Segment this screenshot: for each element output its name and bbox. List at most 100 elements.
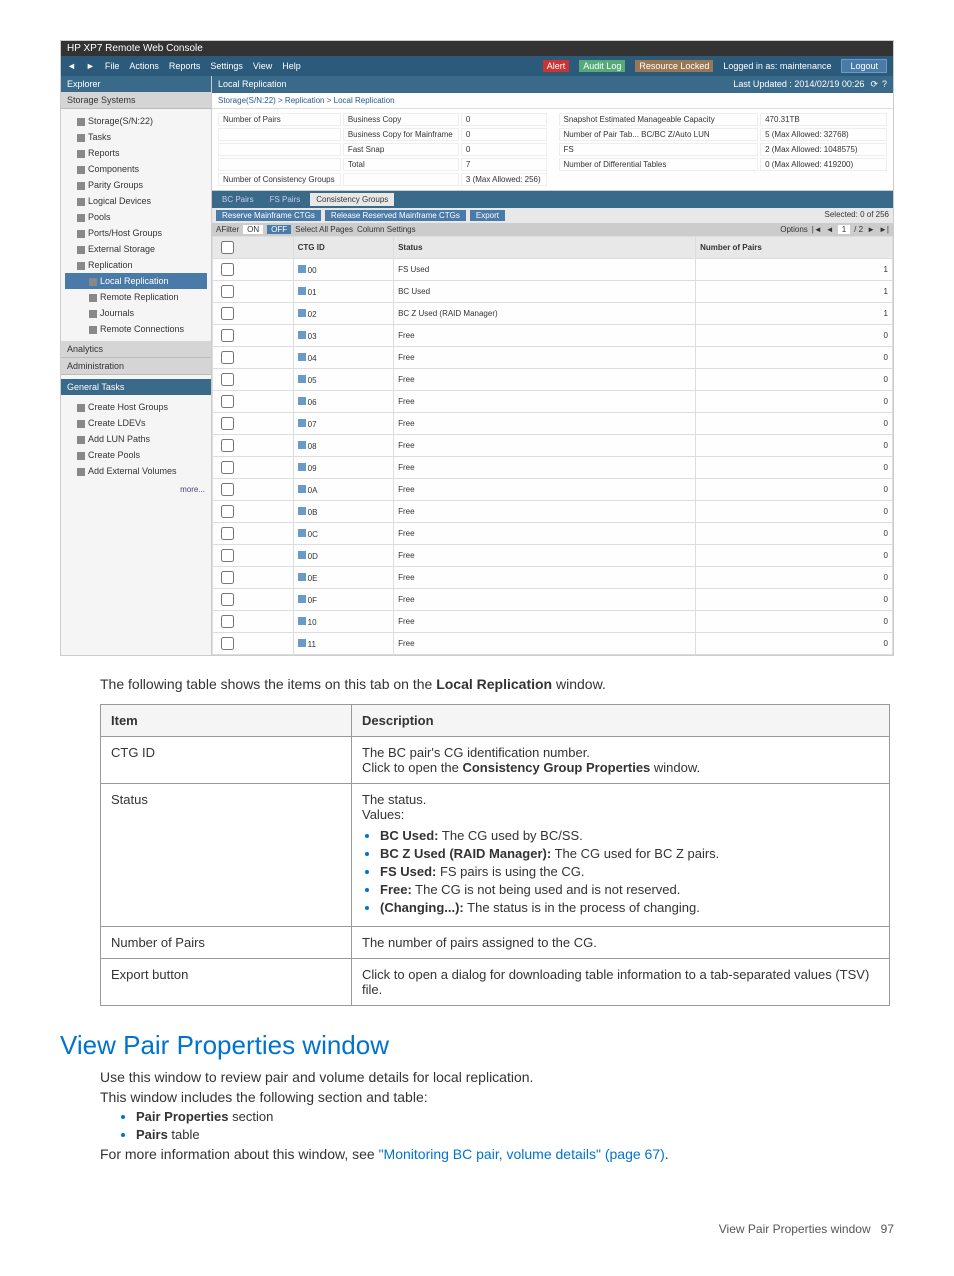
table-row[interactable]: 0CFree0 — [213, 523, 893, 545]
table-row[interactable]: 09Free0 — [213, 457, 893, 479]
task-create-pools[interactable]: Create Pools — [65, 447, 207, 463]
table-row[interactable]: 01BC Used1 — [213, 281, 893, 303]
table-row[interactable]: 10Free0 — [213, 611, 893, 633]
row-check[interactable] — [221, 329, 234, 342]
cell-ctgid[interactable]: 05 — [293, 369, 393, 391]
cell-ctgid[interactable]: 09 — [293, 457, 393, 479]
table-row[interactable]: 0EFree0 — [213, 567, 893, 589]
cell-ctgid[interactable]: 0F — [293, 589, 393, 611]
table-row[interactable]: 02BC Z Used (RAID Manager)1 — [213, 303, 893, 325]
tree-ldev[interactable]: Logical Devices — [65, 193, 207, 209]
row-check[interactable] — [221, 395, 234, 408]
tree-local-repl[interactable]: Local Replication — [65, 273, 207, 289]
resource-badge[interactable]: Resource Locked — [635, 60, 713, 72]
row-check[interactable] — [221, 505, 234, 518]
row-check[interactable] — [221, 615, 234, 628]
filter-off[interactable]: OFF — [267, 225, 291, 234]
tree-ports[interactable]: Ports/Host Groups — [65, 225, 207, 241]
storage-systems-header[interactable]: Storage Systems — [61, 92, 211, 109]
page-last-icon[interactable]: ►| — [879, 225, 889, 234]
cell-ctgid[interactable]: 06 — [293, 391, 393, 413]
tree-reports[interactable]: Reports — [65, 145, 207, 161]
tree-tasks[interactable]: Tasks — [65, 129, 207, 145]
row-check[interactable] — [221, 637, 234, 650]
release-ctgs-button[interactable]: Release Reserved Mainframe CTGs — [325, 210, 466, 221]
tree-components[interactable]: Components — [65, 161, 207, 177]
cross-ref-link[interactable]: "Monitoring BC pair, volume details" (pa… — [379, 1146, 665, 1162]
row-check[interactable] — [221, 571, 234, 584]
table-row[interactable]: 0FFree0 — [213, 589, 893, 611]
refresh-icon[interactable]: ⟳ — [870, 79, 878, 90]
row-check[interactable] — [221, 263, 234, 276]
menu-file[interactable]: File — [105, 61, 120, 71]
nav-back-icon[interactable]: ◄ — [67, 61, 76, 71]
column-settings[interactable]: Column Settings — [357, 225, 416, 234]
check-all[interactable] — [221, 241, 234, 254]
col-ctgid[interactable]: CTG ID — [293, 237, 393, 259]
cell-ctgid[interactable]: 03 — [293, 325, 393, 347]
tab-cgs[interactable]: Consistency Groups — [310, 193, 394, 206]
row-check[interactable] — [221, 373, 234, 386]
task-create-host[interactable]: Create Host Groups — [65, 399, 207, 415]
page-prev-icon[interactable]: ◄ — [826, 225, 834, 234]
more-link[interactable]: more... — [61, 483, 211, 496]
table-row[interactable]: 03Free0 — [213, 325, 893, 347]
menu-actions[interactable]: Actions — [129, 61, 159, 71]
table-row[interactable]: 11Free0 — [213, 633, 893, 655]
cell-ctgid[interactable]: 08 — [293, 435, 393, 457]
page-next-icon[interactable]: ► — [867, 225, 875, 234]
table-row[interactable]: 08Free0 — [213, 435, 893, 457]
menu-help[interactable]: Help — [282, 61, 301, 71]
task-add-lun[interactable]: Add LUN Paths — [65, 431, 207, 447]
tree-pools[interactable]: Pools — [65, 209, 207, 225]
reserve-ctgs-button[interactable]: Reserve Mainframe CTGs — [216, 210, 321, 221]
row-check[interactable] — [221, 461, 234, 474]
tree-storage[interactable]: Storage(S/N:22) — [65, 113, 207, 129]
cell-ctgid[interactable]: 0C — [293, 523, 393, 545]
cell-ctgid[interactable]: 0B — [293, 501, 393, 523]
table-row[interactable]: 04Free0 — [213, 347, 893, 369]
cell-ctgid[interactable]: 07 — [293, 413, 393, 435]
tree-repl[interactable]: Replication — [65, 257, 207, 273]
menu-settings[interactable]: Settings — [210, 61, 243, 71]
options-dropdown[interactable]: Options — [780, 225, 808, 234]
cell-ctgid[interactable]: 0A — [293, 479, 393, 501]
filter-on[interactable]: ON — [243, 225, 263, 234]
menu-reports[interactable]: Reports — [169, 61, 201, 71]
task-create-ldevs[interactable]: Create LDEVs — [65, 415, 207, 431]
cell-ctgid[interactable]: 01 — [293, 281, 393, 303]
audit-badge[interactable]: Audit Log — [579, 60, 625, 72]
row-check[interactable] — [221, 351, 234, 364]
tree-journals[interactable]: Journals — [65, 305, 207, 321]
page-input[interactable]: 1 — [838, 225, 850, 234]
row-check[interactable] — [221, 483, 234, 496]
filter-label[interactable]: AFilter — [216, 225, 239, 234]
help-icon[interactable]: ? — [882, 79, 887, 90]
cell-ctgid[interactable]: 00 — [293, 259, 393, 281]
cell-ctgid[interactable]: 0E — [293, 567, 393, 589]
col-status[interactable]: Status — [394, 237, 696, 259]
tree-remote-repl[interactable]: Remote Replication — [65, 289, 207, 305]
table-row[interactable]: 0BFree0 — [213, 501, 893, 523]
tree-remote-conn[interactable]: Remote Connections — [65, 321, 207, 337]
col-check[interactable] — [213, 237, 294, 259]
table-row[interactable]: 05Free0 — [213, 369, 893, 391]
table-row[interactable]: 07Free0 — [213, 413, 893, 435]
cell-ctgid[interactable]: 11 — [293, 633, 393, 655]
tab-fspairs[interactable]: FS Pairs — [264, 193, 307, 206]
cell-ctgid[interactable]: 10 — [293, 611, 393, 633]
page-first-icon[interactable]: |◄ — [812, 225, 822, 234]
nav-fwd-icon[interactable]: ► — [86, 61, 95, 71]
select-all-pages[interactable]: Select All Pages — [295, 225, 353, 234]
tree-ext[interactable]: External Storage — [65, 241, 207, 257]
row-check[interactable] — [221, 593, 234, 606]
tree-parity[interactable]: Parity Groups — [65, 177, 207, 193]
analytics-header[interactable]: Analytics — [61, 341, 211, 358]
task-add-ext[interactable]: Add External Volumes — [65, 463, 207, 479]
export-button[interactable]: Export — [470, 210, 505, 221]
row-check[interactable] — [221, 417, 234, 430]
row-check[interactable] — [221, 527, 234, 540]
cell-ctgid[interactable]: 02 — [293, 303, 393, 325]
breadcrumb[interactable]: Storage(S/N:22) > Replication > Local Re… — [212, 93, 893, 109]
table-row[interactable]: 06Free0 — [213, 391, 893, 413]
